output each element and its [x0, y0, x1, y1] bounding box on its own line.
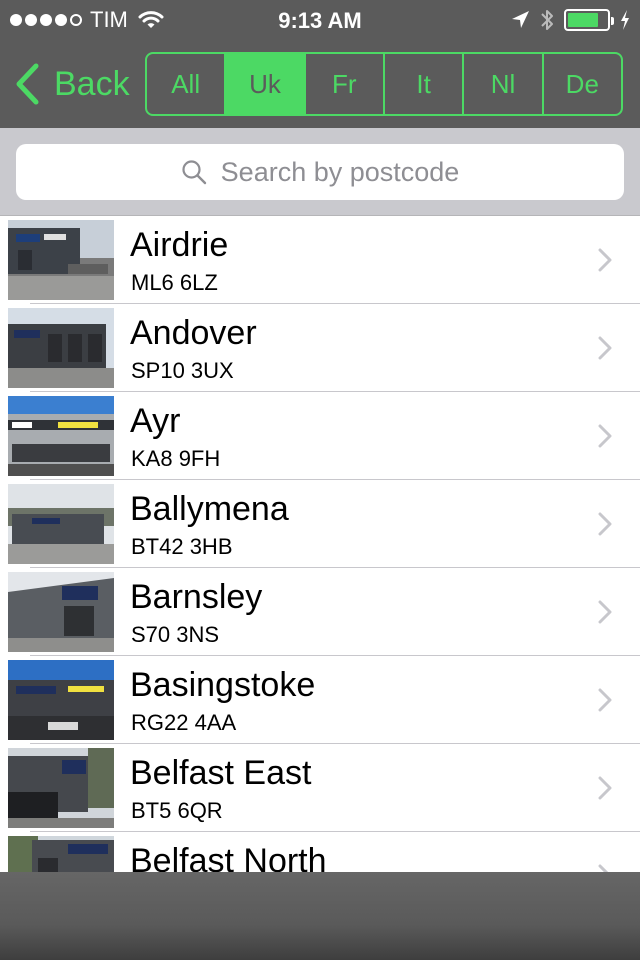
chevron-right-icon — [598, 864, 609, 872]
store-photo — [8, 484, 114, 564]
store-photo — [8, 748, 114, 828]
bottom-toolbar — [0, 872, 640, 960]
status-right — [510, 7, 630, 33]
store-postcode: ML6 6LZ — [131, 270, 218, 295]
tab-nl[interactable]: Nl — [464, 54, 544, 114]
bluetooth-icon — [541, 10, 553, 30]
chevron-right-icon — [598, 688, 612, 712]
store-postcode: SP10 3UX — [131, 358, 234, 383]
status-bar: TIM 9:13 AM — [0, 0, 640, 40]
store-row-ballymena[interactable]: Ballymena BT42 3HB — [0, 480, 640, 568]
chevron-right-icon — [598, 424, 612, 448]
store-row-belfast-east[interactable]: Belfast East BT5 6QR — [0, 744, 640, 832]
back-button[interactable]: Back — [14, 60, 130, 108]
chevron-right-icon — [598, 776, 612, 800]
store-row-belfast-north[interactable]: Belfast North — [0, 832, 640, 872]
search-icon — [182, 160, 206, 185]
store-photo — [8, 572, 114, 652]
navigation-bar: Back All Uk Fr It Nl De — [0, 40, 640, 128]
chevron-right-icon — [598, 336, 612, 360]
store-name: Belfast East — [130, 754, 312, 792]
search-input[interactable]: Search by postcode — [16, 144, 624, 200]
charging-bolt-icon — [621, 10, 629, 30]
store-list: Airdrie ML6 6LZ Andover SP10 3UX Ayr KA8… — [0, 216, 640, 872]
store-name: Basingstoke — [130, 666, 316, 704]
store-name: Ayr — [130, 402, 181, 440]
location-arrow-icon — [512, 11, 529, 28]
store-name: Belfast North — [130, 842, 327, 872]
search-bar: Search by postcode — [0, 128, 640, 216]
store-row-barnsley[interactable]: Barnsley S70 3NS — [0, 568, 640, 656]
store-name: Andover — [130, 314, 257, 352]
tab-de[interactable]: De — [544, 54, 621, 114]
store-postcode: RG22 4AA — [131, 710, 237, 735]
store-row-ayr[interactable]: Ayr KA8 9FH — [0, 392, 640, 480]
store-postcode: BT42 3HB — [131, 534, 233, 559]
store-postcode: BT5 6QR — [131, 798, 223, 823]
back-button-label: Back — [54, 64, 130, 103]
store-photo — [8, 308, 114, 388]
store-photo — [8, 396, 114, 476]
store-photo — [8, 836, 114, 872]
tab-it[interactable]: It — [385, 54, 465, 114]
back-chevron-icon — [16, 63, 39, 105]
store-row-basingstoke[interactable]: Basingstoke RG22 4AA — [0, 656, 640, 744]
store-name: Ballymena — [130, 490, 289, 528]
store-postcode: S70 3NS — [131, 622, 220, 647]
store-photo — [8, 220, 114, 300]
tab-uk[interactable]: Uk — [226, 54, 306, 114]
chevron-right-icon — [598, 600, 612, 624]
store-name: Barnsley — [130, 578, 263, 616]
battery-icon — [564, 9, 614, 31]
store-photo — [8, 660, 114, 740]
store-postcode: KA8 9FH — [131, 446, 221, 471]
country-segmented-control: All Uk Fr It Nl De — [145, 52, 623, 116]
chevron-right-icon — [598, 512, 612, 536]
tab-fr[interactable]: Fr — [306, 54, 385, 114]
store-row-airdrie[interactable]: Airdrie ML6 6LZ — [0, 216, 640, 304]
battery-level — [568, 13, 599, 27]
store-name: Airdrie — [130, 226, 229, 264]
store-row-andover[interactable]: Andover SP10 3UX — [0, 304, 640, 392]
tab-all[interactable]: All — [147, 54, 227, 114]
chevron-right-icon — [598, 248, 612, 272]
search-placeholder: Search by postcode — [220, 156, 460, 187]
